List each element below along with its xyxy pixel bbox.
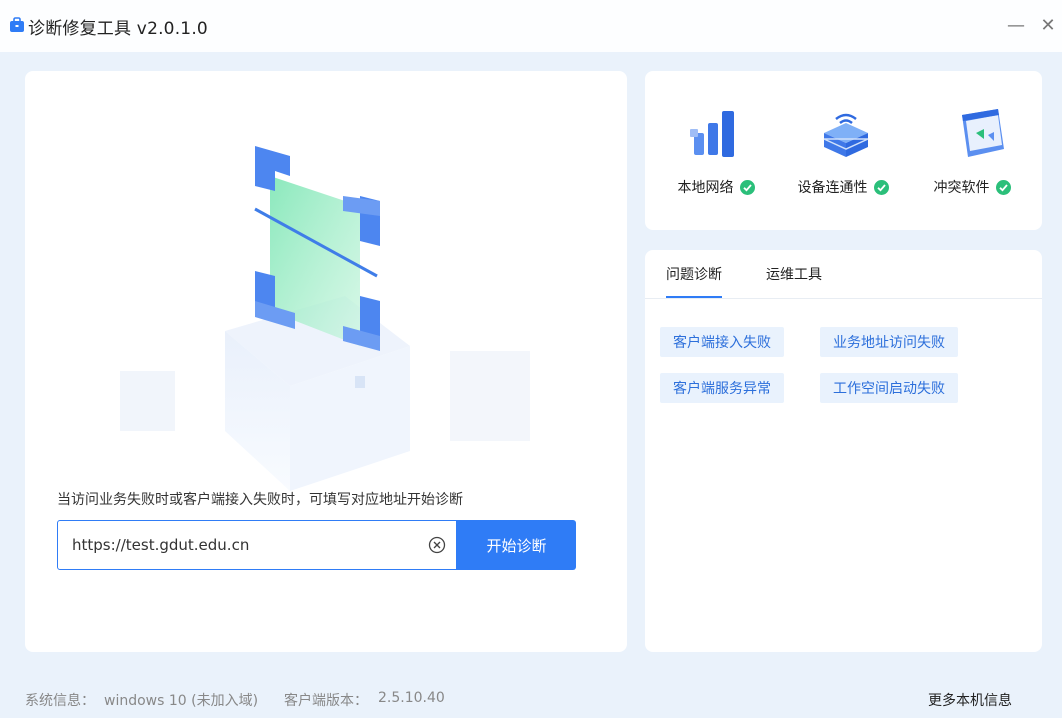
tab-problem-diagnose[interactable]: 问题诊断 <box>666 264 722 298</box>
status-label: 设备连通性 <box>797 180 868 196</box>
check-success-icon <box>873 179 889 195</box>
issue-client-service-error[interactable]: 客户端服务异常 <box>660 373 784 403</box>
router-device-icon <box>823 113 869 157</box>
network-signal-icon <box>690 111 734 157</box>
client-version-value: 2.5.10.40 <box>378 690 445 706</box>
start-diagnose-button[interactable]: 开始诊断 <box>457 520 576 570</box>
system-info-value: windows 10 (未加入域) <box>104 693 259 709</box>
status-label: 本地网络 <box>677 180 734 196</box>
diagnose-main-panel: 当访问业务失败时或客户端接入失败时，可填写对应地址开始诊断 开始诊断 <box>25 71 627 652</box>
app-logo-icon <box>10 17 24 32</box>
issue-business-address-failed[interactable]: 业务地址访问失败 <box>820 327 958 357</box>
status-conflict-software: 冲突软件 <box>907 71 1037 230</box>
diagnose-hint: 当访问业务失败时或客户端接入失败时，可填写对应地址开始诊断 <box>57 492 463 508</box>
status-row: 本地网络 <box>651 177 781 197</box>
diagnose-tabs-panel: 问题诊断 运维工具 客户端接入失败 业务地址访问失败 客户端服务异常 工作空间启… <box>645 250 1042 652</box>
url-input[interactable] <box>72 521 412 569</box>
window-title: 诊断修复工具 v2.0.1.0 <box>28 19 208 39</box>
title-bar: 诊断修复工具 v2.0.1.0 — ✕ <box>0 0 1062 52</box>
status-device-connectivity: 设备连通性 <box>778 71 908 230</box>
tab-divider <box>645 298 1042 299</box>
client-version-label: 客户端版本： <box>284 693 368 709</box>
minimize-button[interactable]: — <box>1003 12 1029 38</box>
footer: 系统信息： windows 10 (未加入域) 客户端版本： 2.5.10.40… <box>0 684 1062 718</box>
check-success-icon <box>995 179 1011 195</box>
status-label: 冲突软件 <box>933 180 990 196</box>
software-window-icon <box>962 109 1004 157</box>
clear-input-icon[interactable] <box>428 536 446 554</box>
status-row: 设备连通性 <box>778 177 908 197</box>
tab-ops-tools[interactable]: 运维工具 <box>766 264 822 296</box>
status-local-network: 本地网络 <box>651 71 781 230</box>
issue-workspace-start-failed[interactable]: 工作空间启动失败 <box>820 373 958 403</box>
status-panel: 本地网络 设备连通性 冲突软件 <box>645 71 1042 230</box>
check-success-icon <box>739 179 755 195</box>
url-field[interactable] <box>57 520 457 570</box>
more-info-link[interactable]: 更多本机信息 <box>928 690 1012 710</box>
scan-illustration-icon <box>120 146 530 491</box>
system-info-label: 系统信息： <box>25 693 95 709</box>
close-button[interactable]: ✕ <box>1035 12 1061 38</box>
issue-client-access-failed[interactable]: 客户端接入失败 <box>660 327 784 357</box>
status-row: 冲突软件 <box>907 177 1037 197</box>
